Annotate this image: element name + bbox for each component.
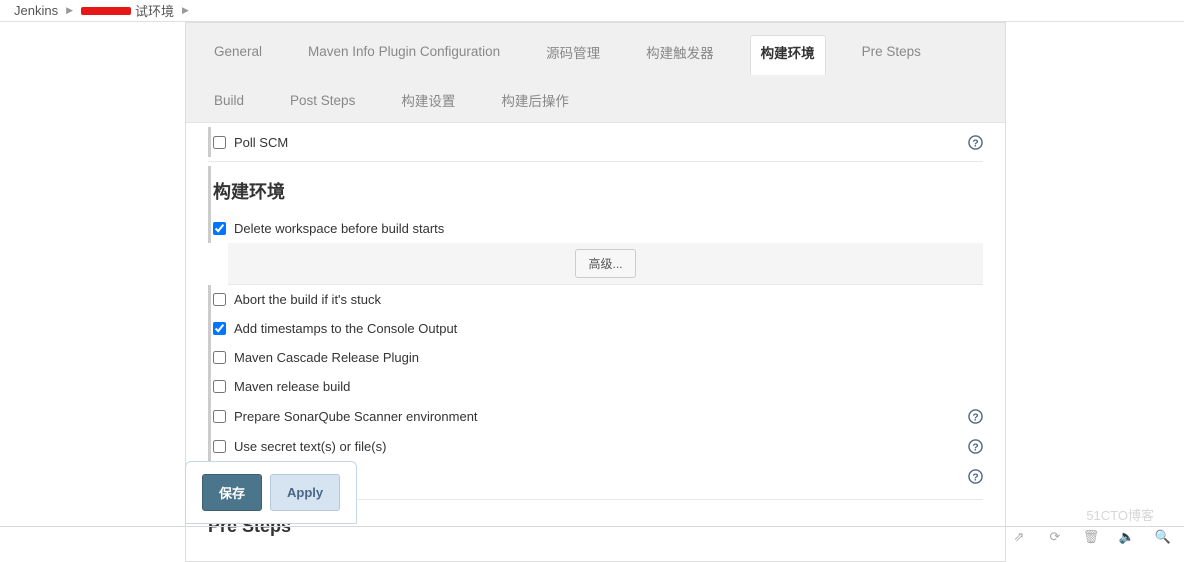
help-icon[interactable]: ? [967,134,983,150]
breadcrumb-root[interactable]: Jenkins [14,3,58,18]
env-option-label: Maven Cascade Release Plugin [234,350,419,365]
chevron-right-icon: ▶ [66,5,73,16]
apply-button[interactable]: Apply [270,474,340,511]
help-icon[interactable]: ? [967,438,983,454]
advanced-button[interactable]: 高级... [575,249,635,278]
tab-scm[interactable]: 源码管理 [536,36,610,74]
env-option-row: Add timestamps to the Console Output [208,314,983,343]
advanced-row: 高级... [228,243,983,285]
sound-icon[interactable]: 🔈 [1120,530,1134,544]
tab-build-env[interactable]: 构建环境 [750,35,826,75]
tab-pre-steps[interactable]: Pre Steps [852,38,931,71]
timestamps-checkbox[interactable] [213,322,226,335]
refresh-icon[interactable]: ⟳ [1048,530,1062,544]
sonarqube-checkbox[interactable] [213,410,226,423]
search-icon[interactable]: 🔍 [1156,530,1170,544]
section-build-env-title: 构建环境 [208,166,983,214]
chevron-right-icon: ▶ [182,5,189,16]
rocket-icon[interactable]: ⇗ [1012,530,1026,544]
save-button[interactable]: 保存 [202,474,262,511]
env-option-row: Delete workspace before build starts [208,214,983,243]
tab-post-steps[interactable]: Post Steps [280,87,365,120]
maven-cascade-checkbox[interactable] [213,351,226,364]
env-option-label: Use secret text(s) or file(s) [234,439,386,454]
help-icon[interactable]: ? [967,408,983,424]
env-option-label: Delete workspace before build starts [234,221,444,236]
tab-post-build[interactable]: 构建后操作 [491,84,581,122]
env-option-row: Maven release build [208,372,983,401]
bottom-toolbar: ⇗ ⟳ 🗑 🔈 🔍 [0,526,1184,546]
trash-icon[interactable]: 🗑 [1084,530,1098,544]
svg-text:?: ? [972,472,978,483]
footer-actions: 保存 Apply [185,461,357,524]
maven-release-checkbox[interactable] [213,380,226,393]
env-option-row: Maven Cascade Release Plugin [208,343,983,372]
config-tabs: General Maven Info Plugin Configuration … [186,23,1005,123]
poll-scm-label: Poll SCM [234,135,288,150]
env-option-row: Abort the build if it's stuck [208,285,983,314]
tab-general[interactable]: General [204,38,272,71]
svg-text:?: ? [972,138,978,149]
env-option-label: Maven release build [234,379,350,394]
env-option-label: Abort the build if it's stuck [234,292,381,307]
tab-triggers[interactable]: 构建触发器 [636,36,724,74]
watermark: 51CTO博客 [1086,505,1154,524]
abort-stuck-checkbox[interactable] [213,293,226,306]
breadcrumb: Jenkins ▶ 试环境 ▶ [0,0,1184,22]
tab-build[interactable]: Build [204,87,254,120]
env-option-row: Use secret text(s) or file(s) ? [208,431,983,461]
env-option-label: Prepare SonarQube Scanner environment [234,409,478,424]
secret-text-checkbox[interactable] [213,440,226,453]
poll-scm-checkbox[interactable] [213,136,226,149]
redacted-crumb [81,7,131,15]
poll-scm-row: Poll SCM ? [208,127,983,157]
tab-build-settings[interactable]: 构建设置 [391,84,465,122]
breadcrumb-item[interactable]: 试环境 [135,1,174,20]
svg-text:?: ? [972,442,978,453]
env-option-label: Add timestamps to the Console Output [234,321,457,336]
tab-maven-info[interactable]: Maven Info Plugin Configuration [298,38,510,71]
help-icon[interactable]: ? [967,468,983,484]
env-option-row: Prepare SonarQube Scanner environment ? [208,401,983,431]
delete-workspace-checkbox[interactable] [213,222,226,235]
svg-text:?: ? [972,412,978,423]
